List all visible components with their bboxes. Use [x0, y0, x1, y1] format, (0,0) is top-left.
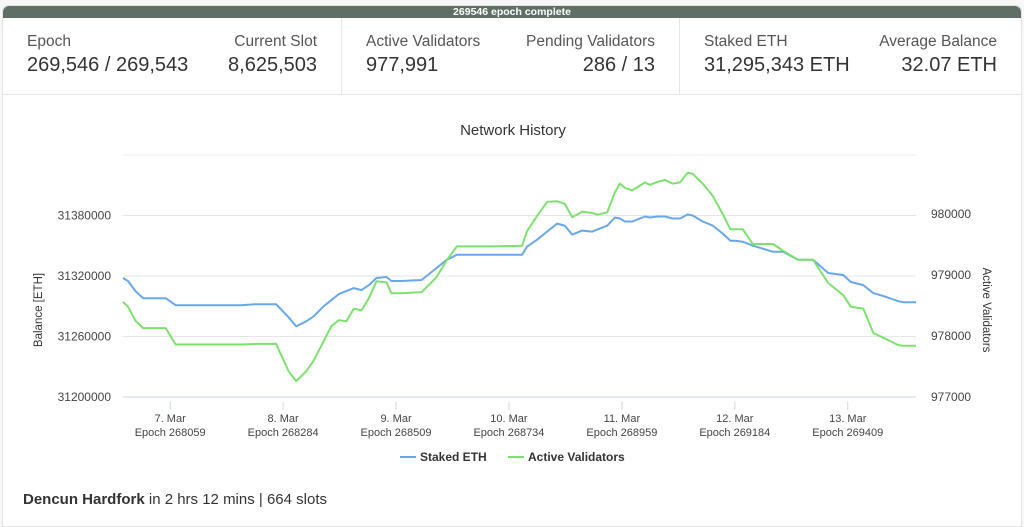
x-tick-epoch: Epoch 269184 [699, 427, 770, 439]
stats-group-validators: Active Validators 977,991 Pending Valida… [341, 18, 679, 94]
hardfork-countdown: Dencun Hardfork in 2 hrs 12 mins | 664 s… [23, 491, 327, 508]
stat-current-slot-label: Current Slot [234, 33, 317, 50]
stat-staked-eth-value: 31,295,343 ETH [704, 54, 850, 76]
stats-bar: Epoch 269,546 / 269,543 Current Slot 8,6… [3, 18, 1021, 95]
stat-staked-eth-label: Staked ETH [704, 33, 788, 50]
hardfork-slots: 664 slots [266, 491, 328, 508]
x-tick-epoch: Epoch 268509 [361, 427, 432, 439]
y2-tick-label: 978000 [931, 329, 971, 343]
x-tick-epoch: Epoch 268959 [586, 427, 657, 439]
stat-staked-eth: Staked ETH 31,295,343 ETH [704, 32, 850, 94]
x-tick-date: 10. Mar [490, 413, 528, 425]
dashboard-panel: 269546 epoch complete Epoch 269,546 / 26… [2, 5, 1022, 527]
legend-label-active-validators: Active Validators [528, 450, 625, 464]
y-axis-left-label: Balance [ETH] [33, 273, 45, 347]
series-lines [122, 171, 916, 383]
x-axis-ticks: 7. Mar Epoch 268059 8. Mar Epoch 268284 9. M… [135, 402, 883, 439]
legend-label-staked-eth: Staked ETH [420, 450, 487, 464]
stat-epoch: Epoch 269,546 / 269,543 [27, 32, 188, 94]
stat-average-balance-value: 32.07 ETH [901, 54, 997, 76]
hardfork-name: Dencun Hardfork [23, 491, 145, 508]
y2-tick-label: 980000 [931, 207, 971, 221]
stat-active-validators: Active Validators 977,991 [366, 32, 480, 94]
x-tick-date: 12. Mar [716, 413, 754, 425]
stat-epoch-label: Epoch [27, 33, 71, 50]
x-tick-epoch: Epoch 268059 [135, 427, 206, 439]
y-tick-label: 31260000 [58, 329, 112, 343]
stat-average-balance-label: Average Balance [879, 33, 997, 50]
network-history-chart: Network History 31200000 31260000 31320000… [3, 95, 1021, 475]
x-tick-date: 9. Mar [380, 413, 412, 425]
grid-lines [123, 154, 916, 398]
y-tick-label: 31320000 [58, 269, 112, 283]
y-tick-label: 31200000 [58, 390, 112, 404]
chart-title: Network History [460, 122, 566, 139]
x-tick-date: 11. Mar [604, 413, 641, 425]
stat-pending-validators-label: Pending Validators [526, 33, 655, 50]
stats-group-balance: Staked ETH 31,295,343 ETH Average Balanc… [679, 18, 1021, 94]
stat-pending-validators-value: 286 / 13 [582, 54, 655, 76]
series-line-staked-eth [122, 213, 916, 328]
stat-active-validators-value: 977,991 [366, 54, 439, 76]
y-tick-label: 31380000 [58, 208, 112, 222]
stat-average-balance: Average Balance 32.07 ETH [879, 32, 997, 94]
y-axis-right-label: Active Validators [980, 268, 992, 353]
x-tick-epoch: Epoch 268734 [473, 427, 544, 439]
x-tick-epoch: Epoch 268284 [248, 427, 319, 439]
y2-tick-label: 977000 [931, 390, 971, 404]
hardfork-separator: | [254, 491, 267, 508]
stat-active-validators-label: Active Validators [366, 33, 481, 50]
series-line-active-validators [122, 171, 916, 383]
epoch-status-banner: 269546 epoch complete [3, 6, 1021, 18]
stat-current-slot: Current Slot 8,625,503 [228, 32, 317, 94]
x-tick-date: 8. Mar [268, 413, 300, 425]
chart-legend: Staked ETH Active Validators [400, 450, 625, 464]
network-history-svg: Network History 31200000 31260000 31320000… [33, 122, 992, 464]
y2-tick-label: 979000 [931, 268, 971, 282]
x-tick-date: 7. Mar [155, 413, 187, 425]
stat-epoch-value: 269,546 / 269,543 [27, 54, 189, 76]
stats-group-epoch: Epoch 269,546 / 269,543 Current Slot 8,6… [3, 18, 341, 94]
x-tick-date: 13. Mar [829, 413, 867, 425]
x-tick-epoch: Epoch 269409 [812, 427, 883, 439]
stat-current-slot-value: 8,625,503 [228, 54, 317, 76]
y-axis-left-ticks: 31200000 31260000 31320000 31380000 [58, 208, 112, 403]
stat-pending-validators: Pending Validators 286 / 13 [526, 32, 655, 94]
y-axis-right-ticks: 977000 978000 979000 980000 [931, 207, 971, 404]
hardfork-countdown-text: in 2 hrs 12 mins [144, 491, 255, 508]
